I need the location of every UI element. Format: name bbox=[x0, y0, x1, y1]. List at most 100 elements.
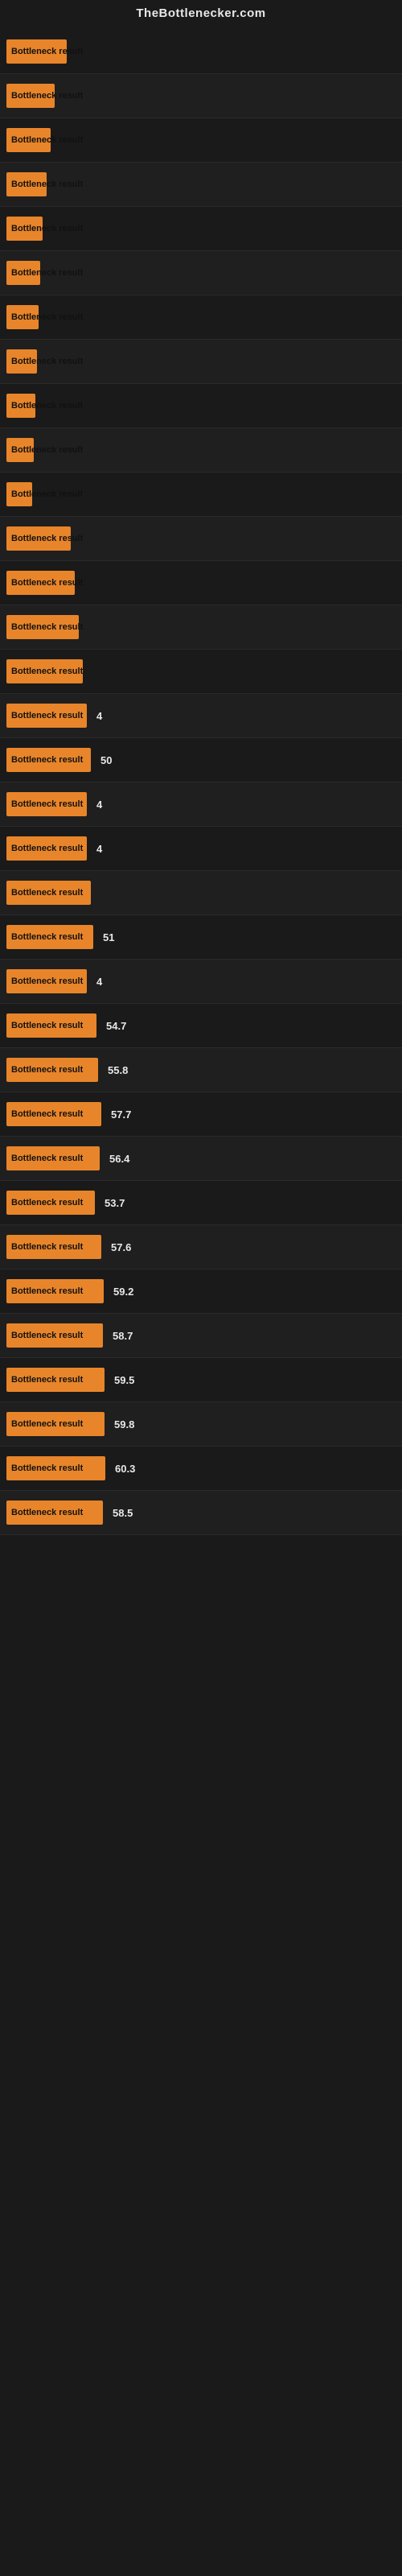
bar-container: Bottleneck result bbox=[6, 969, 87, 993]
bar-label: Bottleneck result bbox=[11, 401, 83, 411]
table-row: Bottleneck result 4 bbox=[0, 827, 402, 871]
table-row: Bottleneck result bbox=[0, 561, 402, 605]
bar-container: Bottleneck result bbox=[6, 1412, 105, 1436]
bar-label: Bottleneck result bbox=[11, 534, 83, 543]
bottleneck-bar: Bottleneck result bbox=[6, 1456, 105, 1480]
bottleneck-bar: Bottleneck result bbox=[6, 969, 87, 993]
bar-label: Bottleneck result bbox=[11, 1419, 83, 1429]
table-row: Bottleneck result bbox=[0, 517, 402, 561]
bottleneck-value: 59.8 bbox=[114, 1418, 134, 1430]
bottleneck-bar: Bottleneck result bbox=[6, 1058, 98, 1082]
bottleneck-bar: Bottleneck result bbox=[6, 172, 47, 196]
bar-container: Bottleneck result bbox=[6, 748, 91, 772]
bottleneck-bar: Bottleneck result bbox=[6, 792, 87, 816]
bottleneck-bar: Bottleneck result bbox=[6, 1013, 96, 1038]
bottleneck-bar: Bottleneck result bbox=[6, 1102, 101, 1126]
table-row: Bottleneck result bbox=[0, 74, 402, 118]
bottleneck-value: 4 bbox=[96, 710, 102, 722]
bar-label: Bottleneck result bbox=[11, 1065, 83, 1075]
bottleneck-bar: Bottleneck result bbox=[6, 349, 37, 374]
bar-container: Bottleneck result bbox=[6, 1013, 96, 1038]
bar-label: Bottleneck result bbox=[11, 888, 83, 898]
bar-container: Bottleneck result bbox=[6, 1058, 98, 1082]
bar-label: Bottleneck result bbox=[11, 224, 83, 233]
bottleneck-bar: Bottleneck result bbox=[6, 659, 83, 683]
bar-container: Bottleneck result bbox=[6, 39, 67, 64]
bar-label: Bottleneck result bbox=[11, 578, 83, 588]
bar-label: Bottleneck result bbox=[11, 1286, 83, 1296]
bottleneck-bar: Bottleneck result bbox=[6, 217, 43, 241]
bottleneck-bar: Bottleneck result bbox=[6, 571, 75, 595]
bar-container: Bottleneck result bbox=[6, 84, 55, 108]
bar-container: Bottleneck result bbox=[6, 217, 43, 241]
bottleneck-bar: Bottleneck result bbox=[6, 39, 67, 64]
bottleneck-bar: Bottleneck result bbox=[6, 925, 93, 949]
bar-container: Bottleneck result bbox=[6, 1323, 103, 1348]
bottleneck-value: 60.3 bbox=[115, 1463, 135, 1475]
bottleneck-bar: Bottleneck result bbox=[6, 1146, 100, 1170]
table-row: Bottleneck result bbox=[0, 163, 402, 207]
bar-container: Bottleneck result bbox=[6, 482, 32, 506]
bar-label: Bottleneck result bbox=[11, 976, 83, 986]
bar-label: Bottleneck result bbox=[11, 755, 83, 765]
bar-label: Bottleneck result bbox=[11, 312, 83, 322]
table-row: Bottleneck result bbox=[0, 30, 402, 74]
bottleneck-bar: Bottleneck result bbox=[6, 394, 35, 418]
bar-label: Bottleneck result bbox=[11, 135, 83, 145]
header: TheBottlenecker.com bbox=[0, 0, 402, 30]
table-row: Bottleneck result 59.5 bbox=[0, 1358, 402, 1402]
bar-container: Bottleneck result bbox=[6, 526, 71, 551]
bar-container: Bottleneck result bbox=[6, 1368, 105, 1392]
bottleneck-bar: Bottleneck result bbox=[6, 615, 79, 639]
bar-container: Bottleneck result bbox=[6, 261, 40, 285]
bottleneck-bar: Bottleneck result bbox=[6, 261, 40, 285]
table-row: Bottleneck result51 bbox=[0, 915, 402, 960]
bottleneck-value: 53.7 bbox=[105, 1197, 125, 1209]
bar-label: Bottleneck result bbox=[11, 667, 83, 676]
bottleneck-value: 54.7 bbox=[106, 1020, 126, 1032]
table-row: Bottleneck result bbox=[0, 340, 402, 384]
bar-container: Bottleneck result bbox=[6, 1191, 95, 1215]
bar-container: Bottleneck result bbox=[6, 792, 87, 816]
bottleneck-value: 55.8 bbox=[108, 1064, 128, 1076]
table-row: Bottleneck result 4 bbox=[0, 694, 402, 738]
bar-label: Bottleneck result bbox=[11, 357, 83, 366]
bottleneck-bar: Bottleneck result bbox=[6, 1279, 104, 1303]
bottleneck-bar: Bottleneck result bbox=[6, 1235, 101, 1259]
table-row: Bottleneck result 59.8 bbox=[0, 1402, 402, 1447]
bar-container: Bottleneck result bbox=[6, 1501, 103, 1525]
bottleneck-value: 50 bbox=[100, 754, 112, 766]
bar-container: Bottleneck result bbox=[6, 836, 87, 861]
bottleneck-bar: Bottleneck result bbox=[6, 1191, 95, 1215]
bar-container: Bottleneck result bbox=[6, 1102, 101, 1126]
table-row: Bottleneck result bbox=[0, 384, 402, 428]
bar-container: Bottleneck result bbox=[6, 349, 37, 374]
bar-container: Bottleneck result bbox=[6, 394, 35, 418]
bottleneck-bar: Bottleneck result bbox=[6, 704, 87, 728]
table-row: Bottleneck result4 bbox=[0, 782, 402, 827]
bottleneck-value: 59.2 bbox=[113, 1286, 133, 1298]
bottleneck-bar: Bottleneck result bbox=[6, 305, 39, 329]
bottleneck-value: 4 bbox=[96, 976, 102, 988]
bottleneck-value: 4 bbox=[96, 843, 102, 855]
bar-container: Bottleneck result bbox=[6, 128, 51, 152]
bar-label: Bottleneck result bbox=[11, 1375, 83, 1385]
bottleneck-value: 59.5 bbox=[114, 1374, 134, 1386]
table-row: Bottleneck result56.4 bbox=[0, 1137, 402, 1181]
bar-label: Bottleneck result bbox=[11, 268, 83, 278]
bar-label: Bottleneck result bbox=[11, 1331, 83, 1340]
table-row: Bottleneck result 60.3 bbox=[0, 1447, 402, 1491]
bar-label: Bottleneck result bbox=[11, 489, 83, 499]
table-row: Bottleneck result bbox=[0, 428, 402, 473]
bar-container: Bottleneck result bbox=[6, 172, 47, 196]
bottleneck-bar: Bottleneck result bbox=[6, 881, 91, 905]
table-row: Bottleneck result58.5 bbox=[0, 1491, 402, 1535]
bottleneck-bar: Bottleneck result bbox=[6, 1368, 105, 1392]
bar-container: Bottleneck result bbox=[6, 1279, 104, 1303]
table-row: Bottleneck result 55.8 bbox=[0, 1048, 402, 1092]
table-row: Bottleneck result bbox=[0, 650, 402, 694]
bar-label: Bottleneck result bbox=[11, 1154, 83, 1163]
bottleneck-bar: Bottleneck result bbox=[6, 438, 34, 462]
bar-label: Bottleneck result bbox=[11, 1463, 83, 1473]
bottleneck-bar: Bottleneck result bbox=[6, 1323, 103, 1348]
